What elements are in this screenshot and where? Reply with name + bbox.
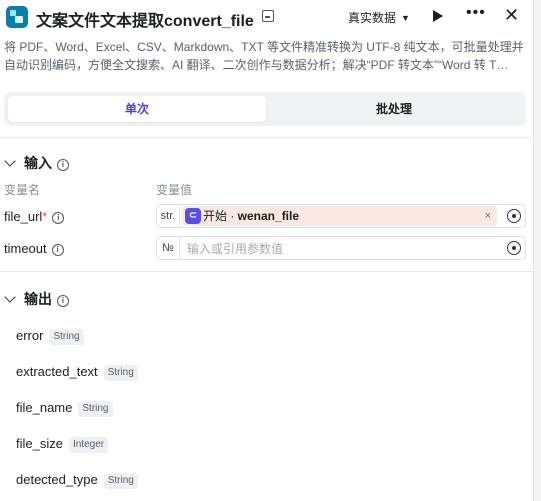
divider bbox=[0, 271, 533, 272]
param-name: file_url bbox=[4, 209, 43, 224]
variable-reference[interactable]: ⊂ 开始 · wenan_file × bbox=[182, 206, 497, 226]
param-name: timeout bbox=[4, 241, 47, 256]
output-name: extracted_text bbox=[16, 364, 98, 379]
more-icon[interactable]: ••• bbox=[466, 4, 486, 22]
data-mode-select[interactable]: 真实数据 ▼ bbox=[348, 9, 410, 26]
page-title: 文案文件文本提取convert_file bbox=[36, 13, 254, 30]
output-name: file_name bbox=[16, 400, 73, 415]
column-header-value: 变量值 bbox=[156, 183, 193, 197]
type-badge: Integer bbox=[68, 437, 109, 453]
output-item: error String bbox=[16, 328, 84, 345]
app-logo-icon bbox=[6, 6, 28, 28]
output-section-header[interactable]: 输出 i bbox=[4, 289, 69, 309]
output-name: detected_type bbox=[16, 472, 98, 487]
type-badge: String bbox=[103, 473, 138, 489]
output-item: extracted_text String bbox=[16, 364, 138, 381]
test-run-panel: 文案文件文本提取convert_file 真实数据 ▼ ••• ✕ 将 PDF、W… bbox=[0, 0, 533, 501]
input-section-header[interactable]: 输入 i bbox=[4, 153, 69, 173]
divider bbox=[0, 137, 533, 138]
edit-icon[interactable] bbox=[262, 10, 274, 22]
start-node-icon: ⊂ bbox=[185, 208, 201, 224]
info-icon[interactable]: i bbox=[57, 295, 69, 307]
param-label-timeout: timeout i bbox=[4, 241, 64, 256]
column-header-name: 变量名 bbox=[4, 183, 41, 197]
required-mark: * bbox=[42, 209, 48, 224]
output-section-title: 输出 bbox=[24, 291, 52, 307]
type-tag: str. bbox=[157, 205, 180, 227]
tab-single[interactable]: 单次 bbox=[8, 96, 266, 122]
timeout-field[interactable]: № 输入或引用参数值 bbox=[156, 236, 526, 260]
type-badge: String bbox=[103, 365, 138, 381]
target-icon[interactable] bbox=[507, 241, 521, 255]
info-icon[interactable]: i bbox=[52, 212, 65, 224]
input-section-title: 输入 bbox=[24, 155, 52, 171]
plugin-description: 将 PDF、Word、Excel、CSV、Markdown、TXT 等文件精准转… bbox=[4, 40, 524, 72]
caret-down-icon: ▼ bbox=[401, 13, 410, 23]
run-mode-tabs: 单次 批处理 bbox=[4, 92, 526, 126]
param-label-file-url: file_url* i bbox=[4, 209, 65, 224]
info-icon[interactable]: i bbox=[57, 159, 69, 171]
play-icon[interactable] bbox=[433, 10, 443, 22]
close-icon[interactable]: ✕ bbox=[504, 5, 519, 26]
type-tag: № bbox=[157, 237, 180, 259]
chevron-down-icon bbox=[4, 291, 16, 303]
tab-batch[interactable]: 批处理 bbox=[266, 96, 522, 122]
output-item: file_size Integer bbox=[16, 436, 109, 453]
clear-icon[interactable]: × bbox=[485, 206, 491, 226]
output-item: file_name String bbox=[16, 400, 113, 417]
data-mode-label: 真实数据 bbox=[348, 11, 397, 25]
output-name: error bbox=[16, 328, 44, 343]
chevron-down-icon bbox=[4, 155, 16, 167]
type-badge: String bbox=[49, 329, 84, 345]
output-item: detected_type String bbox=[16, 472, 138, 489]
reference-variable: wenan_file bbox=[237, 209, 300, 223]
reference-node: 开始 · bbox=[203, 209, 238, 223]
info-icon[interactable]: i bbox=[51, 244, 64, 256]
timeout-input[interactable]: 输入或引用参数值 bbox=[187, 240, 283, 257]
output-name: file_size bbox=[16, 436, 63, 451]
type-badge: String bbox=[78, 401, 113, 417]
target-icon[interactable] bbox=[507, 209, 521, 223]
canvas-edge bbox=[533, 0, 541, 501]
panel-header: 文案文件文本提取convert_file 真实数据 ▼ ••• ✕ bbox=[0, 0, 533, 36]
file-url-field[interactable]: str. ⊂ 开始 · wenan_file × bbox=[156, 204, 526, 228]
